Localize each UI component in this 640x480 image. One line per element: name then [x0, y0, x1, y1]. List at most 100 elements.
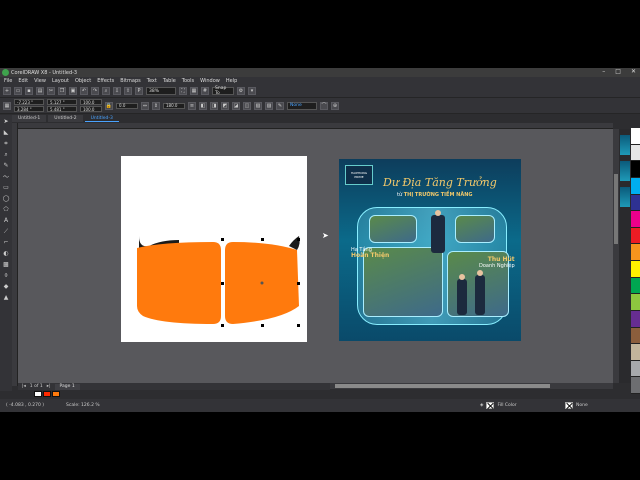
- zoom-level-select[interactable]: 38%: [146, 87, 176, 95]
- ellipse-tool-icon[interactable]: ◯: [3, 195, 10, 202]
- menu-tools[interactable]: Tools: [182, 78, 194, 84]
- quick-customize-icon[interactable]: ⊕: [331, 101, 339, 110]
- drawing-page[interactable]: [121, 156, 307, 342]
- swatch-darkgray[interactable]: [631, 377, 640, 394]
- swatch-blue[interactable]: [631, 194, 640, 212]
- swatch-lime[interactable]: [631, 294, 640, 311]
- rectangle-tool-icon[interactable]: ▭: [3, 184, 10, 191]
- shape-tool-icon[interactable]: ◣: [3, 129, 10, 136]
- menu-layout[interactable]: Layout: [52, 78, 69, 84]
- menu-object[interactable]: Object: [75, 78, 91, 84]
- lock-ratio-icon[interactable]: 🔒: [105, 101, 113, 110]
- import-icon[interactable]: ⇩: [113, 87, 121, 95]
- swatch-cyan[interactable]: [631, 177, 640, 195]
- artistic-media-icon[interactable]: 〜: [3, 173, 10, 181]
- swatch-red[interactable]: [631, 227, 640, 245]
- transparency-tool-icon[interactable]: ▩: [3, 261, 10, 268]
- menu-help[interactable]: Help: [226, 78, 237, 84]
- back-minus-front-icon[interactable]: ▧: [254, 101, 262, 110]
- swatch-purple[interactable]: [631, 310, 640, 328]
- angle-input[interactable]: 180.0: [163, 102, 185, 109]
- thumbnail[interactable]: [620, 135, 630, 155]
- swatch-white[interactable]: [631, 128, 640, 145]
- swatch-black[interactable]: [631, 161, 640, 178]
- boundary-icon[interactable]: ▨: [265, 101, 273, 110]
- doc-swatch-orange[interactable]: [52, 391, 60, 397]
- crop-tool-icon[interactable]: ⌗: [3, 140, 10, 147]
- wrap-text-icon[interactable]: ≡: [188, 101, 196, 110]
- swatch-magenta[interactable]: [631, 211, 640, 228]
- cut-icon[interactable]: ✂: [47, 87, 55, 95]
- copy-icon[interactable]: ❐: [58, 87, 66, 95]
- menu-file[interactable]: File: [4, 78, 12, 84]
- connector-tool-icon[interactable]: ⌐: [3, 239, 10, 246]
- pick-tool-icon[interactable]: ➤: [3, 118, 10, 125]
- freehand-tool-icon[interactable]: ✎: [3, 162, 10, 169]
- blend-tool-icon[interactable]: ◐: [3, 250, 10, 257]
- vertical-scroll-thumb[interactable]: [614, 174, 618, 244]
- options-gear-icon[interactable]: ⚙: [237, 87, 245, 95]
- x-position-input[interactable]: -7.223 ": [14, 99, 44, 105]
- horizontal-scroll-thumb[interactable]: [335, 384, 550, 388]
- page-tab[interactable]: Page 1: [54, 383, 80, 390]
- drawing-canvas[interactable]: HAIPHONG PRIME Dư Địa Tăng Trưởng từ THỊ…: [18, 129, 613, 383]
- scale-width-input[interactable]: 100.0: [80, 99, 102, 105]
- width-input[interactable]: 5.127 ": [47, 99, 77, 105]
- height-input[interactable]: 5.481 ": [47, 106, 77, 112]
- mirror-vertical-icon[interactable]: ⇕: [152, 101, 160, 110]
- tab-untitled-1[interactable]: Untitled-1: [12, 115, 47, 122]
- cylinder-shapes[interactable]: [121, 156, 307, 342]
- reference-design-image[interactable]: HAIPHONG PRIME Dư Địa Tăng Trưởng từ THỊ…: [339, 159, 521, 341]
- thumbnail[interactable]: [620, 161, 630, 181]
- swatch-tan[interactable]: [631, 344, 640, 361]
- simplify-icon[interactable]: ◪: [232, 101, 240, 110]
- paste-icon[interactable]: ▣: [69, 87, 77, 95]
- rotation-input[interactable]: 0.0: [116, 102, 138, 109]
- scale-height-input[interactable]: 100.0: [80, 106, 102, 112]
- front-minus-back-icon[interactable]: ◫: [243, 101, 251, 110]
- polygon-tool-icon[interactable]: ⬠: [3, 206, 10, 213]
- swatch-yellow[interactable]: [631, 261, 640, 278]
- menu-text[interactable]: Text: [147, 78, 157, 84]
- publish-pdf-icon[interactable]: P: [135, 87, 143, 95]
- y-position-input[interactable]: 3.284 ": [14, 106, 44, 112]
- new-document-icon[interactable]: +: [3, 87, 11, 95]
- snap-to-select[interactable]: Snap To: [212, 86, 234, 96]
- maximize-button[interactable]: □: [615, 68, 621, 75]
- intersect-icon[interactable]: ◩: [221, 101, 229, 110]
- doc-swatch-red[interactable]: [43, 391, 51, 397]
- outline-pen-icon[interactable]: ✎: [276, 101, 284, 110]
- trim-icon[interactable]: ◨: [210, 101, 218, 110]
- convert-to-curves-icon[interactable]: ⌒: [320, 101, 328, 110]
- redo-icon[interactable]: ↷: [91, 87, 99, 95]
- outline-width-select[interactable]: None: [287, 101, 317, 110]
- outline-indicator[interactable]: None: [565, 402, 588, 409]
- application-launcher-icon[interactable]: ▾: [248, 87, 256, 95]
- menu-window[interactable]: Window: [200, 78, 220, 84]
- swatch-orange[interactable]: [631, 244, 640, 261]
- tab-untitled-2[interactable]: Untitled-2: [48, 115, 83, 122]
- doc-swatch-white[interactable]: [34, 391, 42, 397]
- parallel-dimension-icon[interactable]: ⟋: [3, 228, 10, 235]
- tab-untitled-3[interactable]: Untitled-3: [84, 115, 119, 122]
- swatch-brown[interactable]: [631, 327, 640, 345]
- save-icon[interactable]: ▪: [25, 87, 33, 95]
- menu-bitmaps[interactable]: Bitmaps: [120, 78, 141, 84]
- menu-edit[interactable]: Edit: [18, 78, 28, 84]
- fill-indicator[interactable]: ◈ Fill Color: [480, 402, 517, 409]
- zoom-tool-icon[interactable]: ⌕: [3, 151, 10, 158]
- menu-table[interactable]: Table: [163, 78, 176, 84]
- swatch-lightgray[interactable]: [631, 144, 640, 162]
- swatch-green[interactable]: [631, 277, 640, 295]
- thumbnail[interactable]: [620, 187, 630, 207]
- menu-view[interactable]: View: [34, 78, 46, 84]
- interactive-fill-icon[interactable]: ◆: [3, 283, 10, 290]
- full-screen-icon[interactable]: ⛶: [179, 87, 187, 95]
- show-rulers-icon[interactable]: ▦: [190, 87, 198, 95]
- open-folder-icon[interactable]: ▭: [14, 87, 22, 95]
- show-grid-icon[interactable]: #: [201, 87, 209, 95]
- eyedropper-tool-icon[interactable]: ⌽: [3, 272, 10, 279]
- search-content-icon[interactable]: ⌕: [102, 87, 110, 95]
- smart-fill-icon[interactable]: ▲: [3, 294, 10, 301]
- swatch-gray[interactable]: [631, 360, 640, 378]
